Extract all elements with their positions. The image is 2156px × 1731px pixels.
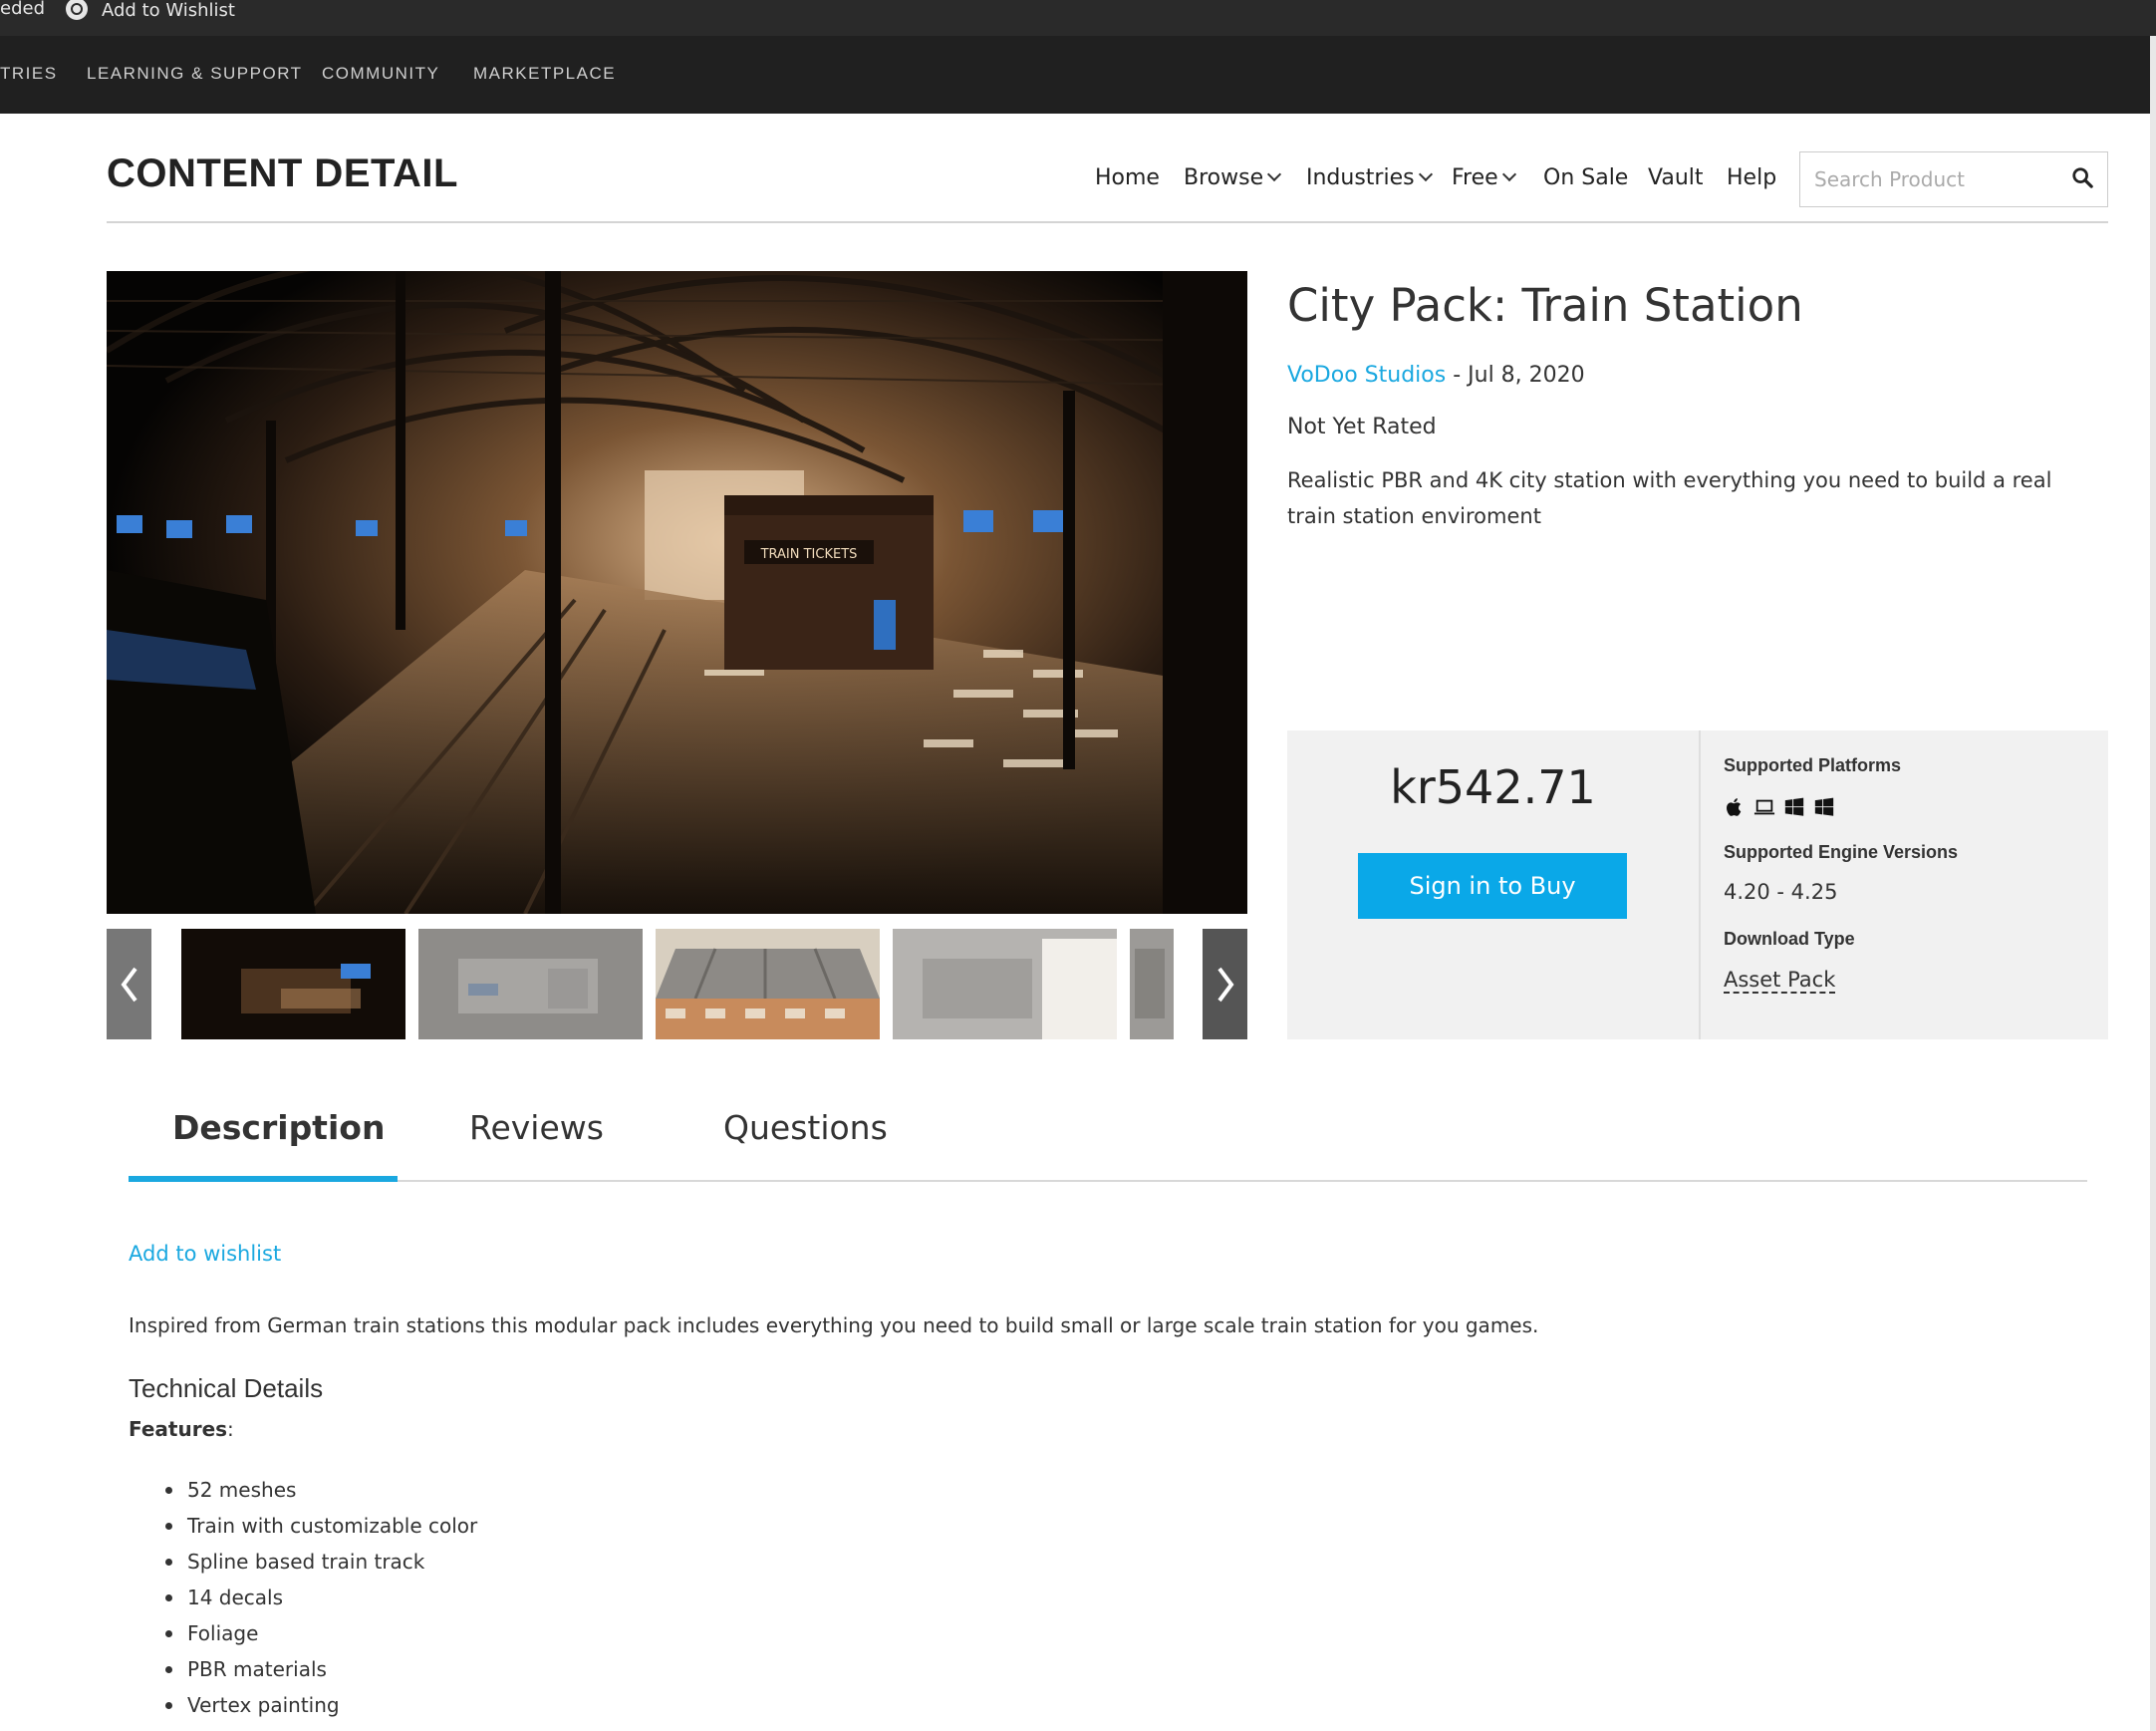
header-divider	[107, 221, 2108, 223]
download-type-link[interactable]: Asset Pack	[1724, 968, 1836, 994]
add-to-wishlist-label: Add to Wishlist	[102, 0, 235, 21]
list-item: PBR materials	[165, 1651, 477, 1687]
thumbnail-4[interactable]	[893, 929, 1117, 1039]
page-title: CONTENT DETAIL	[107, 151, 458, 195]
feature-list: 52 meshes Train with customizable color …	[165, 1472, 477, 1723]
content-tabs: Description Reviews Questions	[129, 1088, 2087, 1183]
thumbnail-prev-button[interactable]	[107, 929, 151, 1039]
panel-divider	[1699, 730, 1701, 1039]
store-nav-vault[interactable]: Vault	[1648, 165, 1704, 190]
store-nav-on-sale[interactable]: On Sale	[1543, 165, 1628, 190]
date-separator: -	[1446, 363, 1469, 388]
page-scrollbar[interactable]	[2150, 36, 2156, 1731]
windows-icon	[1784, 797, 1804, 816]
nav-item-learning-support[interactable]: LEARNING & SUPPORT	[87, 64, 303, 84]
store-nav-free[interactable]: Free	[1452, 165, 1516, 190]
search-input[interactable]	[1814, 164, 2053, 194]
chevron-down-icon	[1267, 166, 1282, 182]
list-item: 52 meshes	[165, 1472, 477, 1508]
store-nav-browse-label: Browse	[1184, 165, 1264, 190]
nav-item-industries[interactable]: TRIES	[0, 64, 58, 84]
download-type-value[interactable]: Asset Pack	[1724, 968, 1836, 994]
laptop-icon	[1753, 799, 1775, 815]
list-item: Foliage	[165, 1615, 477, 1651]
engine-versions-value: 4.20 - 4.25	[1724, 880, 1838, 904]
features-label-text: Features	[129, 1417, 228, 1441]
features-colon: :	[227, 1417, 234, 1441]
train-tickets-sign: TRAIN TICKETS	[760, 547, 858, 562]
store-nav-free-label: Free	[1452, 165, 1498, 190]
nav-item-community[interactable]: COMMUNITY	[322, 64, 439, 84]
store-nav-browse[interactable]: Browse	[1184, 165, 1282, 190]
windows-icon	[1814, 797, 1834, 816]
list-item: Spline based train track	[165, 1544, 477, 1580]
tabs-divider	[129, 1180, 2087, 1182]
release-date: Jul 8, 2020	[1468, 363, 1585, 388]
thumbnail-5-partial[interactable]	[1130, 929, 1174, 1039]
thumbnail-next-button[interactable]	[1203, 929, 1247, 1039]
add-to-wishlist-link[interactable]: Add to wishlist	[129, 1242, 281, 1266]
chevron-down-icon	[1418, 166, 1433, 182]
tab-questions[interactable]: Questions	[723, 1108, 888, 1147]
platform-icons	[1724, 796, 1835, 818]
truncated-label: eded	[0, 0, 45, 19]
chevron-left-icon	[121, 967, 137, 1002]
list-item: 14 decals	[165, 1580, 477, 1615]
add-to-wishlist-browser[interactable]: Add to Wishlist	[66, 0, 235, 21]
product-rating: Not Yet Rated	[1287, 415, 1437, 439]
description-text: Inspired from German train stations this…	[129, 1313, 1539, 1337]
purchase-panel: kr542.71 Sign in to Buy Supported Platfo…	[1287, 730, 2108, 1039]
store-nav-home[interactable]: Home	[1095, 165, 1160, 190]
store-nav-help[interactable]: Help	[1727, 165, 1776, 190]
engine-versions-label: Supported Engine Versions	[1724, 842, 1959, 862]
apple-icon	[1727, 798, 1742, 816]
search-icon[interactable]	[2071, 166, 2093, 188]
thumbnail-1[interactable]	[181, 929, 405, 1039]
technical-details-heading: Technical Details	[129, 1373, 324, 1403]
list-item: Vertex painting	[165, 1687, 477, 1723]
product-title: City Pack: Train Station	[1287, 279, 1803, 332]
chevron-down-icon	[1501, 166, 1516, 182]
globe-icon	[66, 0, 88, 20]
sign-in-to-buy-button[interactable]: Sign in to Buy	[1358, 853, 1627, 919]
product-meta: VoDoo Studios - Jul 8, 2020	[1287, 363, 1585, 388]
product-price: kr542.71	[1390, 760, 1596, 814]
active-tab-indicator	[129, 1176, 398, 1182]
store-nav-industries[interactable]: Industries	[1306, 165, 1433, 190]
seller-link[interactable]: VoDoo Studios	[1287, 363, 1446, 388]
product-hero-image[interactable]: TRAIN TICKETS	[107, 271, 1247, 914]
browser-top-strip: eded Add to Wishlist	[0, 0, 2156, 36]
product-summary: Realistic PBR and 4K city station with e…	[1287, 468, 2052, 528]
store-nav-industries-label: Industries	[1306, 165, 1415, 190]
nav-item-marketplace[interactable]: MARKETPLACE	[473, 64, 616, 84]
site-navigation-bar: TRIES LEARNING & SUPPORT COMMUNITY MARKE…	[0, 36, 2156, 114]
download-type-label: Download Type	[1724, 929, 1855, 949]
chevron-right-icon	[1216, 967, 1233, 1002]
thumbnail-2[interactable]	[418, 929, 643, 1039]
list-item: Train with customizable color	[165, 1508, 477, 1544]
tab-description[interactable]: Description	[172, 1108, 385, 1147]
supported-platforms-label: Supported Platforms	[1724, 755, 1902, 775]
tab-reviews[interactable]: Reviews	[469, 1108, 604, 1147]
features-label: Features:	[129, 1417, 234, 1441]
thumbnail-3[interactable]	[656, 929, 880, 1039]
search-box	[1799, 151, 2108, 207]
